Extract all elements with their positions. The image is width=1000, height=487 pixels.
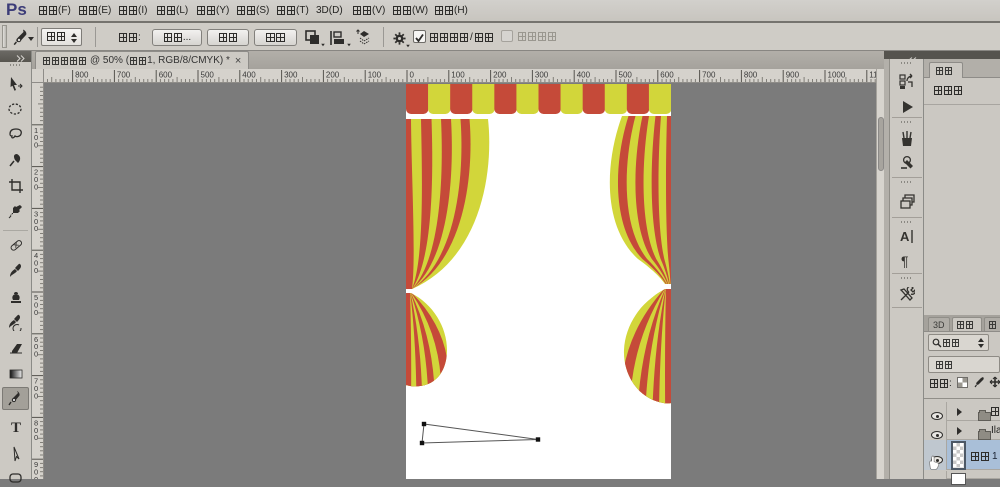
svg-text:500: 500 — [619, 71, 633, 80]
svg-text:T: T — [11, 420, 21, 436]
svg-text:700: 700 — [117, 71, 131, 80]
svg-text:0: 0 — [34, 391, 38, 400]
svg-text:100: 100 — [368, 71, 382, 80]
svg-text:0: 0 — [410, 71, 415, 80]
svg-text:0: 0 — [34, 182, 38, 191]
svg-text:300: 300 — [535, 71, 549, 80]
svg-text:1100: 1100 — [869, 71, 876, 80]
svg-text:600: 600 — [159, 71, 173, 80]
svg-text:800: 800 — [75, 71, 89, 80]
svg-text:400: 400 — [242, 71, 256, 80]
svg-text:0: 0 — [34, 224, 38, 233]
svg-text:200: 200 — [493, 71, 507, 80]
svg-text:300: 300 — [284, 71, 298, 80]
svg-text:0: 0 — [34, 141, 38, 150]
svg-text:100: 100 — [451, 71, 465, 80]
svg-text:0: 0 — [34, 266, 38, 275]
svg-text:¶: ¶ — [901, 253, 909, 268]
svg-text:800: 800 — [744, 71, 758, 80]
svg-text:0: 0 — [34, 475, 38, 479]
svg-text:0: 0 — [34, 350, 38, 359]
svg-text:400: 400 — [577, 71, 591, 80]
svg-text:600: 600 — [660, 71, 674, 80]
svg-text:200: 200 — [326, 71, 340, 80]
svg-text:500: 500 — [201, 71, 215, 80]
svg-text:900: 900 — [786, 71, 800, 80]
svg-text:0: 0 — [34, 433, 38, 442]
svg-text:0: 0 — [34, 308, 38, 317]
svg-text:A: A — [900, 229, 910, 244]
svg-text:700: 700 — [702, 71, 716, 80]
svg-text:1000: 1000 — [828, 71, 846, 80]
